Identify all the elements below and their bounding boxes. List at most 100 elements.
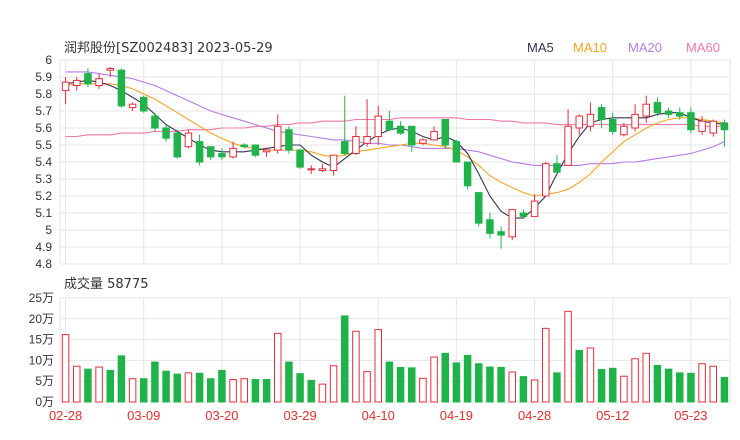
volume-bar-down bbox=[475, 363, 483, 403]
candle-body-down bbox=[475, 192, 483, 224]
candle-body-down bbox=[486, 219, 494, 234]
candle-body-up bbox=[95, 78, 103, 86]
candle-body-down bbox=[452, 141, 461, 163]
candle-body-up bbox=[128, 103, 137, 109]
candle-body-up bbox=[352, 136, 360, 154]
candle-body-down bbox=[441, 119, 449, 146]
volume-bar-down bbox=[720, 376, 729, 403]
candle-body-down bbox=[173, 132, 181, 158]
candle-body-down bbox=[341, 141, 349, 155]
volume-bar-up bbox=[95, 366, 103, 403]
x-axis: 02-28 03-09 03-20 03-29 04-10 04-19 04-28 05-12… bbox=[49, 408, 708, 423]
volume-bar-up bbox=[620, 375, 628, 403]
volume-bar-down bbox=[553, 372, 561, 403]
volume-bar-down bbox=[452, 362, 461, 403]
price-y-tick-label: 5.6 bbox=[35, 121, 52, 135]
volume-bar-down bbox=[173, 373, 181, 403]
candle-body-down bbox=[162, 127, 170, 139]
candle-body-down bbox=[497, 231, 505, 236]
candle-body-up bbox=[106, 68, 114, 71]
volume-bar-down bbox=[653, 364, 662, 403]
price-chart-title: 润邦股份[SZ002483] 2023-05-29 bbox=[64, 41, 273, 56]
candle-body-down bbox=[385, 120, 394, 131]
candle bbox=[296, 148, 304, 169]
x-tick-label: 04-10 bbox=[362, 408, 395, 423]
volume-bar-up bbox=[240, 378, 248, 403]
volume-bar-up bbox=[128, 378, 137, 403]
candle bbox=[117, 68, 126, 108]
price-y-tick-label: 5.3 bbox=[35, 172, 52, 186]
candle-body-down bbox=[195, 141, 204, 163]
volume-bar-up bbox=[329, 365, 338, 403]
candle-body-down bbox=[396, 125, 405, 134]
x-tick-label: 03-29 bbox=[283, 408, 316, 423]
candle-body-up bbox=[374, 115, 382, 137]
volume-bar-up bbox=[530, 379, 539, 403]
candle-body-up bbox=[430, 130, 438, 141]
candle-body-up bbox=[73, 79, 81, 87]
volume-bar-up bbox=[374, 329, 382, 403]
volume-bar-up bbox=[61, 334, 70, 403]
candle-body-down bbox=[676, 112, 684, 117]
volume-bar-up bbox=[352, 330, 360, 403]
volume-bar-up bbox=[229, 379, 237, 403]
volume-bar-up bbox=[363, 371, 371, 403]
volume-bar-down bbox=[195, 372, 204, 403]
volume-bar-down bbox=[575, 349, 583, 403]
volume-bar-down bbox=[408, 367, 416, 403]
volume-bar-down bbox=[609, 367, 617, 403]
candle-body-up bbox=[564, 125, 572, 166]
volume-bar-down bbox=[597, 369, 606, 403]
candle-body-up bbox=[586, 113, 595, 127]
volume-bar-down bbox=[664, 368, 673, 403]
volume-bar-down bbox=[151, 361, 159, 403]
candle-body-down bbox=[140, 96, 148, 112]
legend-entry-ma60: MA60 bbox=[686, 40, 720, 55]
volume-bar-up bbox=[430, 356, 438, 403]
volume-bar-down bbox=[207, 378, 215, 403]
candle bbox=[508, 209, 516, 241]
volume-bar-down bbox=[463, 354, 472, 403]
volume-bar-up bbox=[508, 371, 516, 403]
volume-bar-down bbox=[341, 315, 349, 403]
volume-bar-up bbox=[631, 358, 639, 403]
price-y-tick-label: 5.1 bbox=[35, 206, 52, 220]
price-y-tick-label: 5.9 bbox=[35, 70, 52, 84]
volume-bar-down bbox=[385, 361, 394, 403]
candle-body-up bbox=[631, 113, 639, 129]
candle bbox=[542, 162, 550, 197]
volume-bar-down bbox=[307, 379, 315, 403]
candle-body-down bbox=[687, 112, 695, 131]
volume-bar-down bbox=[117, 355, 126, 403]
volume-bar-up bbox=[274, 332, 282, 403]
volume-bar-up bbox=[586, 347, 595, 403]
legend-entry-ma5: MA5 bbox=[527, 40, 554, 55]
volume-bar-down bbox=[140, 378, 148, 403]
volume-bar-up bbox=[564, 310, 572, 403]
candle-body-up bbox=[620, 125, 628, 136]
legend-entry-ma20: MA20 bbox=[628, 40, 662, 55]
candle-body-down bbox=[285, 129, 293, 151]
volume-bar-down bbox=[162, 370, 170, 403]
candle-body-up bbox=[698, 120, 706, 132]
x-tick-label: 04-19 bbox=[440, 408, 473, 423]
candle-body-up bbox=[274, 125, 282, 151]
candle-body-down bbox=[251, 144, 260, 156]
stock-chart: 润邦股份[SZ002483] 2023-05-29 MA5 MA10 MA20 MA6… bbox=[0, 0, 740, 440]
candle-body-up bbox=[419, 139, 427, 144]
volume-bar-up bbox=[419, 377, 427, 403]
candle-body-down bbox=[664, 110, 673, 115]
price-y-tick-label: 5.2 bbox=[35, 189, 52, 203]
x-tick-label: 02-28 bbox=[49, 408, 82, 423]
candle-body-up bbox=[307, 168, 315, 171]
price-y-tick-label: 5.5 bbox=[35, 138, 52, 152]
volume-bar-up bbox=[318, 383, 327, 403]
volume-bar-up bbox=[698, 363, 706, 403]
chart-canvas: 润邦股份[SZ002483] 2023-05-29 MA5 MA10 MA20 MA6… bbox=[0, 0, 740, 440]
candle-body-down bbox=[117, 69, 126, 107]
candle-body-up bbox=[363, 136, 371, 144]
candle-body-up bbox=[229, 147, 237, 158]
volume-bar-down bbox=[396, 366, 405, 403]
x-tick-label: 05-12 bbox=[596, 408, 629, 423]
volume-bar-down bbox=[262, 379, 271, 403]
